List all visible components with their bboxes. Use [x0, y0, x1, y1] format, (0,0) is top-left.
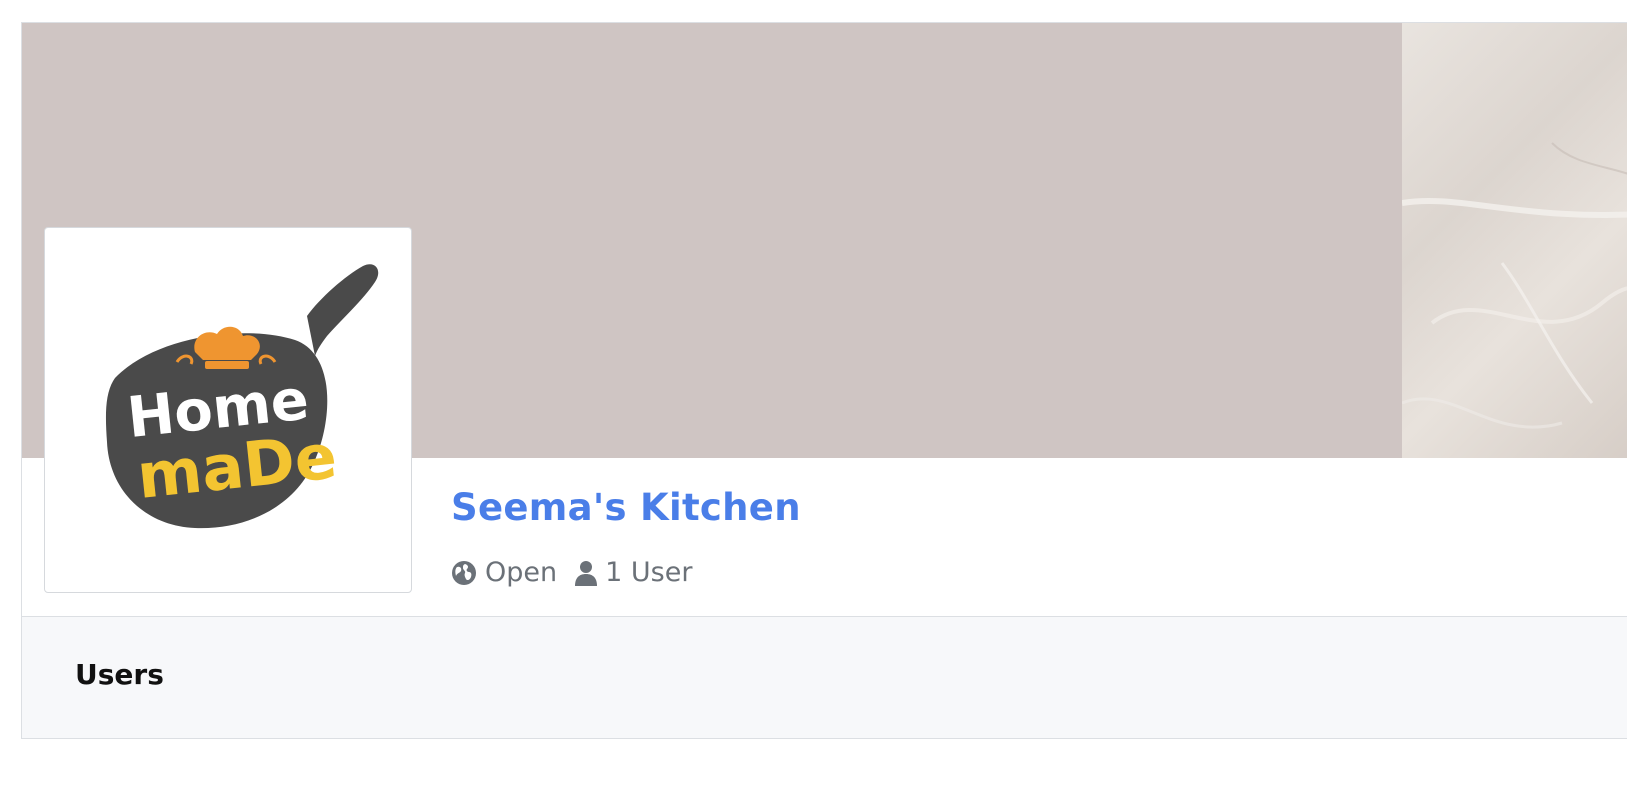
- member-count-label: 1 User: [605, 557, 693, 588]
- visibility-label: Open: [485, 557, 558, 588]
- space-logo[interactable]: Home maDe: [44, 227, 412, 593]
- globe-icon: [452, 560, 476, 585]
- user-icon: [575, 560, 598, 586]
- member-count[interactable]: 1 User: [575, 557, 692, 588]
- visibility-status: Open: [451, 557, 557, 588]
- tab-users[interactable]: Users: [75, 658, 164, 691]
- space-nav: Users: [22, 617, 1627, 738]
- space-title[interactable]: Seema's Kitchen: [451, 486, 801, 529]
- cover-marble-texture: [1402, 23, 1627, 458]
- space-profile-card: Home maDe Seema's Kitchen Open 1 User Us…: [21, 22, 1627, 739]
- space-meta: Open 1 User: [451, 557, 710, 588]
